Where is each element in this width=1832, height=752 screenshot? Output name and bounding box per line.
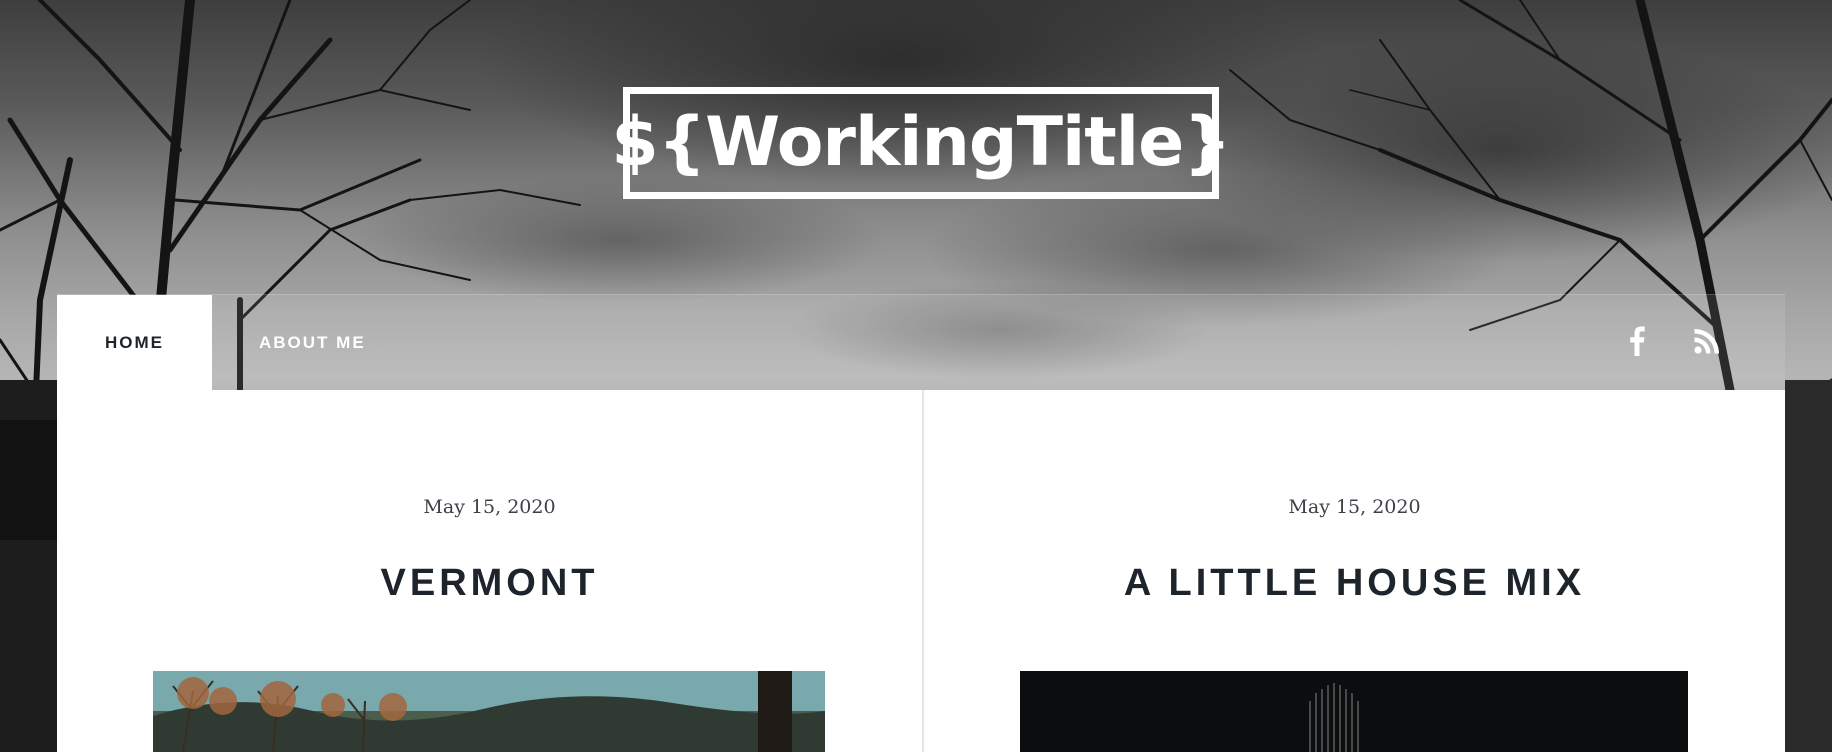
rss-link[interactable]	[1687, 295, 1727, 391]
dark-music-image	[1020, 671, 1688, 752]
main-nav: HOME ABOUT ME	[57, 294, 1785, 391]
facebook-icon	[1629, 326, 1645, 361]
site-logo[interactable]: ${WorkingTitle}	[611, 87, 1232, 199]
rss-icon	[1694, 328, 1720, 359]
post-card: May 15, 2020 VERMONT	[57, 390, 922, 752]
nav-item-home[interactable]: HOME	[57, 295, 212, 391]
post-thumbnail[interactable]	[1020, 671, 1688, 752]
vermont-landscape-image	[153, 671, 825, 752]
post-grid: May 15, 2020 VERMONT May 15, 2020 A LITT…	[57, 390, 1785, 752]
nav-item-about-me[interactable]: ABOUT ME	[212, 295, 412, 391]
site-logo-text: ${WorkingTitle}	[611, 103, 1231, 182]
post-card: May 15, 2020 A LITTLE HOUSE MIX	[924, 390, 1785, 752]
post-title-link[interactable]: A LITTLE HOUSE MIX	[924, 562, 1785, 605]
post-date: May 15, 2020	[423, 496, 556, 518]
post-title-link[interactable]: VERMONT	[57, 562, 922, 605]
post-thumbnail[interactable]	[153, 671, 825, 752]
post-date: May 15, 2020	[1288, 496, 1421, 518]
facebook-link[interactable]	[1617, 295, 1657, 391]
page: ${WorkingTitle} HOME ABOUT ME May 15, 20…	[0, 0, 1832, 752]
